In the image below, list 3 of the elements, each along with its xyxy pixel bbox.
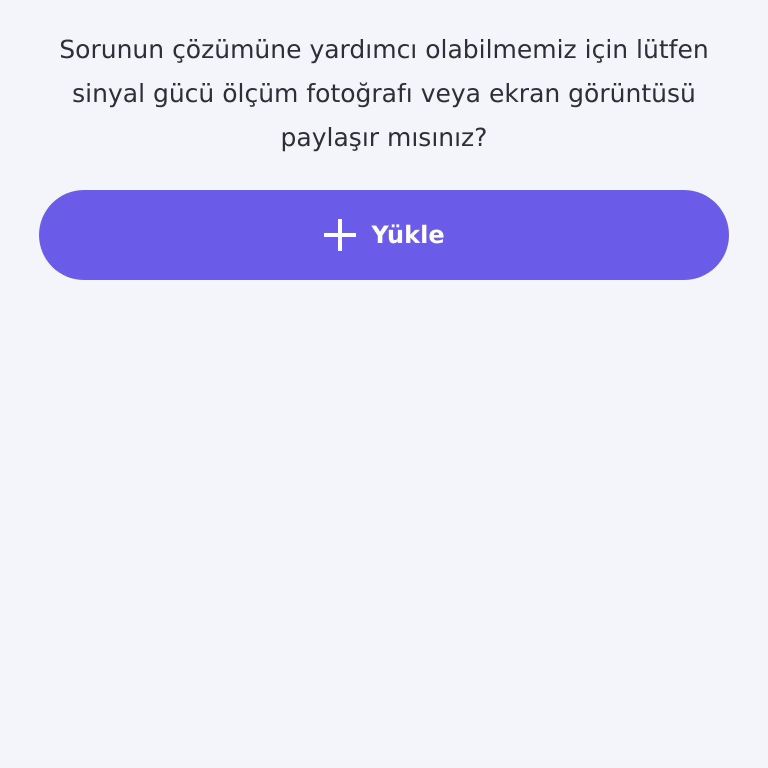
upload-button[interactable]: Yükle [39,190,729,280]
instruction-text: Sorunun çözümüne yardımcı olabilmemiz için lütfen sinyal gücü ölçüm fotoğrafı veya ekran görüntüsü paylaşır mısınız? [58,34,710,154]
plus-icon [323,218,358,252]
